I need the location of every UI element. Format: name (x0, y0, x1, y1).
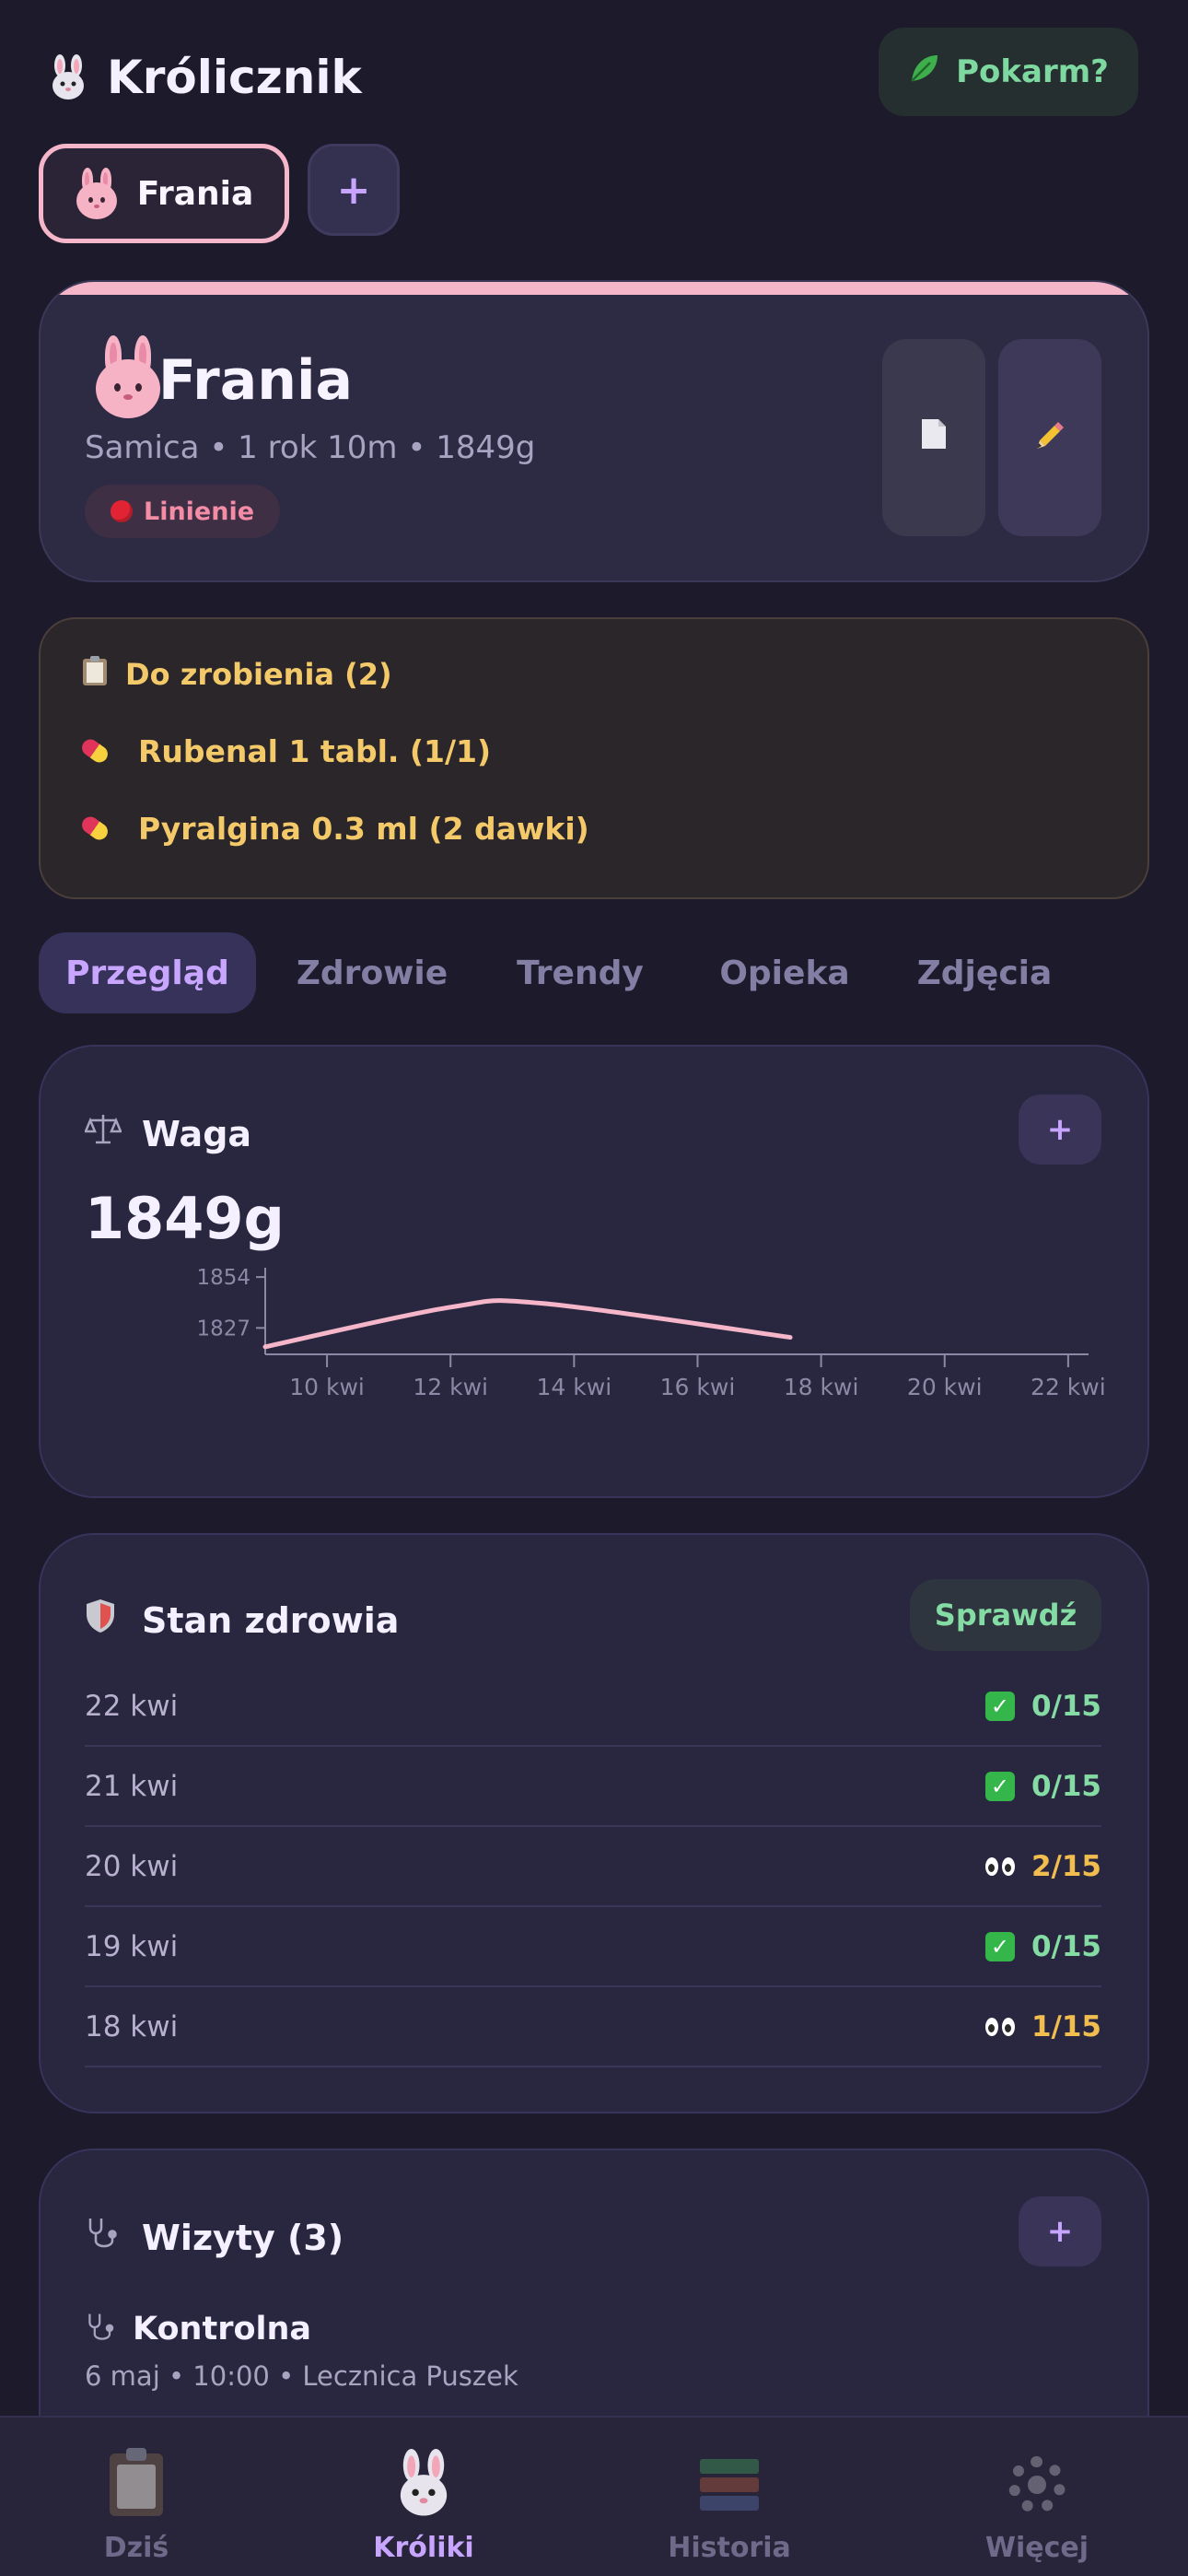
visits-title: Wizyty (3) (85, 2215, 344, 2260)
tab-trendy[interactable]: Trendy (488, 932, 672, 1013)
add-weight-button[interactable]: + (1019, 1095, 1101, 1165)
health-row[interactable]: 22 kwi ✓ 0/15 (85, 1668, 1101, 1747)
food-check-button[interactable]: Pokarm? (879, 28, 1138, 116)
nav-label: Dziś (103, 2532, 169, 2564)
todo-item-label: Rubenal 1 tabl. (1/1) (138, 732, 492, 769)
chart-x-tick-label: 12 kwi (413, 1374, 488, 1400)
food-check-label: Pokarm? (956, 53, 1109, 90)
stethoscope-icon (85, 2311, 118, 2348)
todo-item[interactable]: Rubenal 1 tabl. (1/1) (78, 728, 492, 774)
plus-icon: + (336, 166, 371, 214)
nav-label: Króliki (373, 2532, 474, 2564)
plus-icon: + (1046, 1111, 1074, 1148)
health-row[interactable]: 18 kwi 1/15 (85, 1988, 1101, 2067)
edit-button[interactable] (998, 339, 1101, 536)
health-row-score: 2/15 (984, 1850, 1101, 1883)
tab-opieka[interactable]: Opieka (693, 932, 877, 1013)
chart-x-tick-label: 22 kwi (1031, 1374, 1106, 1400)
pencil-icon (1034, 418, 1066, 457)
shield-icon (85, 1598, 122, 1643)
clipboard-icon (110, 2448, 163, 2516)
weight-value: 1849g (85, 1185, 285, 1252)
add-rabbit-button[interactable]: + (308, 144, 400, 236)
health-row[interactable]: 20 kwi 2/15 (85, 1828, 1101, 1907)
chart-x-tick-label: 14 kwi (537, 1374, 612, 1400)
profile-accent-bar (41, 282, 1147, 295)
tab-zdjecia[interactable]: Zdjęcia (897, 932, 1072, 1013)
todo-item[interactable]: Pyralgina 0.3 ml (2 dawki) (78, 805, 589, 851)
chart-y-tick-label: 1827 (196, 1317, 250, 1341)
todo-item-label: Pyralgina 0.3 ml (2 dawki) (138, 810, 589, 847)
document-icon (920, 417, 948, 458)
add-visit-button[interactable]: + (1019, 2196, 1101, 2266)
check-icon: ✓ (984, 1692, 1015, 1721)
rabbit-logo-icon (48, 54, 88, 100)
health-row-score: ✓ 0/15 (984, 1930, 1101, 1963)
rabbit-name: Frania (158, 348, 353, 413)
stethoscope-icon (85, 2215, 122, 2260)
health-row-score: ✓ 0/15 (984, 1770, 1101, 1803)
nav-item-wiecej[interactable]: Więcej (926, 2451, 1147, 2564)
clipboard-icon (81, 655, 109, 694)
check-icon: ✓ (984, 1772, 1015, 1801)
visits-title-label: Wizyty (3) (142, 2217, 344, 2258)
pill-icon (78, 814, 111, 843)
nav-item-dzis[interactable]: Dziś (26, 2448, 247, 2564)
pill-icon (78, 736, 111, 766)
health-row-date: 20 kwi (85, 1850, 179, 1883)
weight-title: Waga (84, 1111, 252, 1156)
gear-icon (1008, 2456, 1066, 2513)
chart-x-tick-label: 16 kwi (660, 1374, 736, 1400)
document-button[interactable] (882, 339, 985, 536)
weight-title-label: Waga (142, 1113, 252, 1154)
health-title: Stan zdrowia (85, 1598, 399, 1643)
nav-label: Więcej (984, 2532, 1089, 2564)
leaf-icon (908, 52, 941, 93)
scale-icon (84, 1111, 122, 1156)
rabbit-face-icon (75, 168, 119, 219)
health-row-score: 1/15 (984, 2010, 1101, 2043)
visit-details: 6 maj • 10:00 • Lecznica Puszek (85, 2360, 518, 2392)
chart-series-line (262, 1298, 793, 1350)
chart-x-tick-label: 20 kwi (907, 1374, 983, 1400)
weight-chart: 1854 1827 10 kwi 12 kwi 14 kwi 16 kwi 18 kwi 20… (196, 1266, 1106, 1400)
visit-item[interactable]: Kontrolna (85, 2311, 311, 2348)
health-row-date: 21 kwi (85, 1770, 179, 1803)
health-row-date: 19 kwi (85, 1930, 179, 1963)
nav-item-historia[interactable]: Historia (619, 2451, 840, 2564)
nav-label: Historia (668, 2532, 791, 2564)
plus-icon: + (1046, 2213, 1074, 2250)
status-badge-label: Linienie (144, 497, 255, 526)
nav-item-kroliki[interactable]: Króliki (313, 2449, 534, 2564)
health-row-date: 18 kwi (85, 2010, 179, 2043)
health-row[interactable]: 19 kwi ✓ 0/15 (85, 1908, 1101, 1987)
todo-title: Do zrobienia (2) (81, 656, 392, 693)
health-row-date: 22 kwi (85, 1690, 179, 1723)
tab-zdrowie[interactable]: Zdrowie (276, 932, 468, 1013)
rabbit-icon (393, 2449, 454, 2521)
rabbit-chip-frania[interactable]: Frania (39, 144, 289, 243)
chart-x-tick-label: 18 kwi (784, 1374, 859, 1400)
eyes-icon (984, 1857, 1015, 1876)
health-check-button[interactable]: Sprawdź (910, 1579, 1101, 1651)
app-title: Królicznik (107, 51, 362, 104)
health-title-label: Stan zdrowia (142, 1599, 400, 1641)
check-icon: ✓ (984, 1932, 1015, 1961)
red-dot-icon (111, 500, 133, 522)
chart-y-tick-label: 1854 (196, 1266, 250, 1290)
app-header: Królicznik (48, 41, 362, 114)
books-icon (700, 2457, 759, 2512)
todo-title-label: Do zrobienia (2) (125, 657, 392, 692)
tab-przeglad[interactable]: Przegląd (39, 932, 256, 1013)
chart-x-tick-label: 10 kwi (289, 1374, 365, 1400)
health-row-score: ✓ 0/15 (984, 1690, 1101, 1723)
rabbit-chip-label: Frania (136, 174, 254, 213)
visit-title: Kontrolna (133, 2311, 312, 2348)
rabbit-avatar (92, 335, 164, 420)
rabbit-details: Samica • 1 rok 10m • 1849g (85, 429, 536, 466)
health-row[interactable]: 21 kwi ✓ 0/15 (85, 1748, 1101, 1827)
status-badge[interactable]: Linienie (85, 485, 281, 538)
eyes-icon (984, 2018, 1015, 2036)
